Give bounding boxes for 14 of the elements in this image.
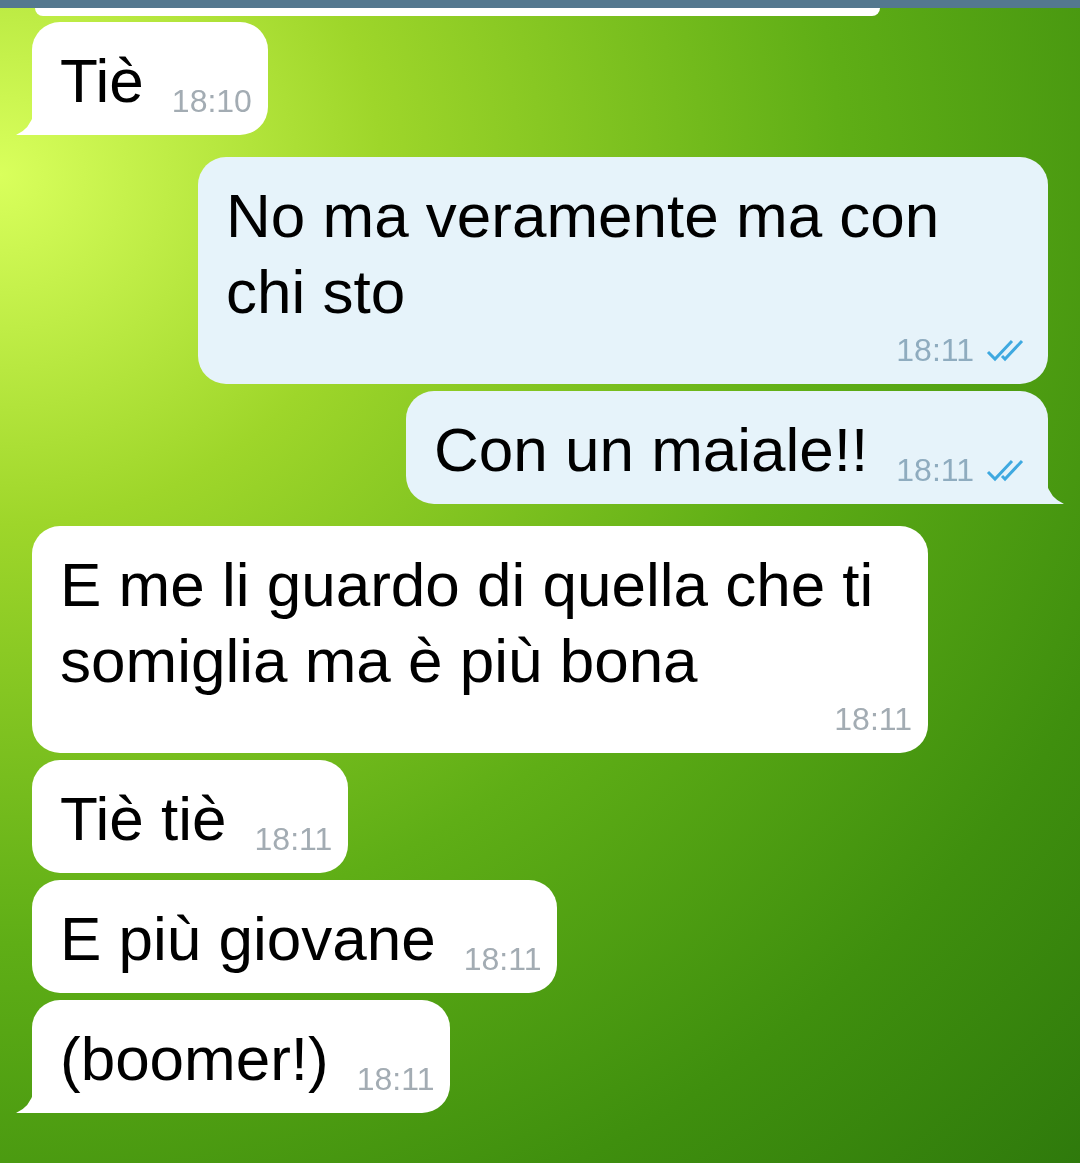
message-time: 18:11 [896,454,974,486]
message-time: 18:10 [171,85,252,117]
message-time: 18:11 [356,1063,435,1095]
message-time: 18:11 [254,823,333,855]
message-text: Tiè tiè [60,783,227,855]
message-time: 18:11 [896,334,974,366]
message-text: E più giovane [60,903,436,975]
message-text: No ma veramente ma con chi sto [226,180,941,328]
message-text: Con un maiale!! [434,414,869,486]
message-time: 18:11 [834,703,912,735]
message-time: 18:11 [463,943,542,975]
message-text: (boomer!) [60,1023,329,1095]
message-text: E me li guardo di quella che ti somiglia ma è più bona [60,549,875,697]
message-text: Tiè [60,45,144,117]
